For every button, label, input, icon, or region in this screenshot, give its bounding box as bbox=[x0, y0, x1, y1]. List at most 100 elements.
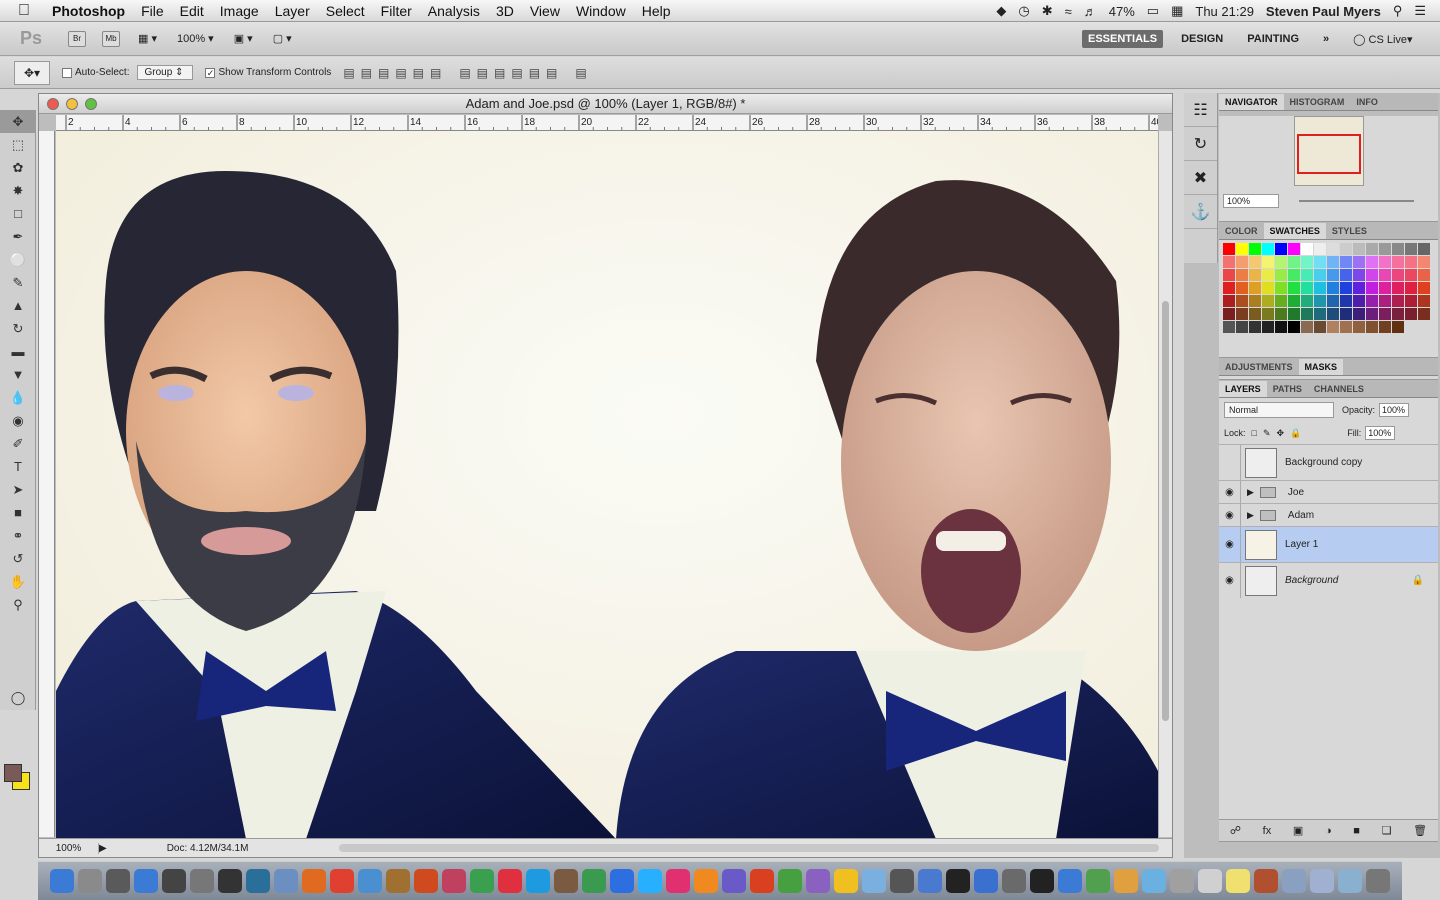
navigator-thumbnail[interactable] bbox=[1293, 116, 1364, 186]
swatch[interactable] bbox=[1366, 321, 1378, 333]
history-icon[interactable]: ☷ bbox=[1184, 93, 1217, 127]
dock-app-icon[interactable] bbox=[498, 869, 522, 893]
swatch[interactable] bbox=[1340, 282, 1352, 294]
status-menu-icon[interactable]: ▶ bbox=[99, 843, 107, 854]
dodge-tool-icon[interactable]: ◉ bbox=[0, 409, 36, 432]
tool-preset-picker[interactable]: ✥▾ bbox=[14, 60, 50, 85]
swatch[interactable] bbox=[1340, 243, 1352, 255]
align-buttons[interactable]: ▤▤▤▤▤▤ bbox=[343, 66, 447, 80]
swatch[interactable] bbox=[1249, 321, 1261, 333]
swatch[interactable] bbox=[1236, 282, 1248, 294]
dock-app-icon[interactable] bbox=[918, 869, 942, 893]
dock-app-icon[interactable] bbox=[246, 869, 270, 893]
navigator-zoom-field[interactable]: 100% bbox=[1223, 194, 1279, 208]
layer-style-icon[interactable]: fx bbox=[1263, 825, 1272, 837]
dock-app-icon[interactable] bbox=[134, 869, 158, 893]
opacity-field[interactable]: 100% bbox=[1379, 403, 1410, 417]
clone-stamp-icon[interactable]: ▲ bbox=[0, 294, 36, 317]
dock-app-icon[interactable] bbox=[582, 869, 606, 893]
swatch[interactable] bbox=[1340, 269, 1352, 281]
swatch[interactable] bbox=[1314, 308, 1326, 320]
swatch[interactable] bbox=[1262, 295, 1274, 307]
dock-app-icon[interactable] bbox=[946, 869, 970, 893]
swatch[interactable] bbox=[1288, 295, 1300, 307]
auto-align-button[interactable]: ▤ bbox=[575, 66, 592, 80]
swatch[interactable] bbox=[1327, 256, 1339, 268]
swatch[interactable] bbox=[1223, 256, 1235, 268]
swatch[interactable] bbox=[1418, 269, 1430, 281]
navigator-view-box[interactable] bbox=[1296, 134, 1361, 174]
swatch[interactable] bbox=[1223, 308, 1235, 320]
swatch[interactable] bbox=[1301, 269, 1313, 281]
dock-app-icon[interactable] bbox=[1226, 869, 1250, 893]
expand-arrow-icon[interactable]: ▶ bbox=[1247, 510, 1254, 521]
swatch[interactable] bbox=[1418, 308, 1430, 320]
3d-orbit-icon[interactable]: ↺ bbox=[0, 547, 36, 570]
menu-app[interactable]: Photoshop bbox=[44, 3, 133, 19]
dock-app-icon[interactable] bbox=[638, 869, 662, 893]
view-extras-icon[interactable]: ▦ ▾ bbox=[138, 32, 157, 45]
swatch[interactable] bbox=[1223, 282, 1235, 294]
crop-tool-icon[interactable]: □ bbox=[0, 202, 36, 225]
calendar-icon[interactable]: ▦ bbox=[1165, 3, 1189, 19]
tab-styles[interactable]: STYLES bbox=[1326, 223, 1373, 239]
menu-help[interactable]: Help bbox=[634, 3, 679, 19]
blend-mode-select[interactable]: Normal bbox=[1224, 402, 1334, 418]
swatch[interactable] bbox=[1236, 308, 1248, 320]
swatch[interactable] bbox=[1314, 243, 1326, 255]
swatch[interactable] bbox=[1379, 321, 1391, 333]
menu-window[interactable]: Window bbox=[568, 3, 634, 19]
tab-color[interactable]: COLOR bbox=[1219, 223, 1264, 239]
swatch[interactable] bbox=[1327, 243, 1339, 255]
dock-app-icon[interactable] bbox=[666, 869, 690, 893]
swatch[interactable] bbox=[1418, 243, 1430, 255]
move-tool-icon[interactable]: ✥ bbox=[0, 110, 36, 133]
dock-app-icon[interactable] bbox=[470, 869, 494, 893]
menu-view[interactable]: View bbox=[522, 3, 568, 19]
spotlight-icon[interactable]: ⚲ bbox=[1387, 3, 1409, 19]
auto-select-target[interactable]: Group ⇕ bbox=[137, 65, 194, 80]
swatch[interactable] bbox=[1275, 256, 1287, 268]
swatch[interactable] bbox=[1327, 295, 1339, 307]
dock-app-icon[interactable] bbox=[1198, 869, 1222, 893]
tab-info[interactable]: INFO bbox=[1350, 94, 1384, 110]
layer-row-selected[interactable]: ◉ Layer 1 bbox=[1219, 526, 1438, 562]
swatch[interactable] bbox=[1353, 282, 1365, 294]
dock-app-icon[interactable] bbox=[218, 869, 242, 893]
status-zoom[interactable]: 100% bbox=[39, 842, 99, 854]
swatch[interactable] bbox=[1405, 295, 1417, 307]
swatch[interactable] bbox=[1366, 269, 1378, 281]
eyedropper-tool-icon[interactable]: ✒ bbox=[0, 225, 36, 248]
swatch[interactable] bbox=[1301, 321, 1313, 333]
add-mask-icon[interactable]: ▣ bbox=[1293, 824, 1303, 837]
quick-mask-icon[interactable]: ◯ bbox=[0, 686, 36, 709]
image-canvas[interactable] bbox=[56, 131, 1158, 839]
tab-channels[interactable]: CHANNELS bbox=[1308, 381, 1370, 397]
dock-app-icon[interactable] bbox=[78, 869, 102, 893]
dock-app-icon[interactable] bbox=[1338, 869, 1362, 893]
tab-paths[interactable]: PATHS bbox=[1267, 381, 1308, 397]
dock-app-icon[interactable] bbox=[386, 869, 410, 893]
minibridge-button[interactable]: Mb bbox=[102, 30, 120, 47]
swatch[interactable] bbox=[1405, 243, 1417, 255]
dock-app-icon[interactable] bbox=[778, 869, 802, 893]
menu-3d[interactable]: 3D bbox=[488, 3, 522, 19]
swatch[interactable] bbox=[1262, 282, 1274, 294]
dock-app-icon[interactable] bbox=[414, 869, 438, 893]
swatch[interactable] bbox=[1288, 308, 1300, 320]
swatch[interactable] bbox=[1418, 282, 1430, 294]
swatch[interactable] bbox=[1353, 269, 1365, 281]
swatch[interactable] bbox=[1262, 308, 1274, 320]
menu-edit[interactable]: Edit bbox=[172, 3, 212, 19]
swatch[interactable] bbox=[1366, 282, 1378, 294]
swatch[interactable] bbox=[1223, 321, 1235, 333]
eye-icon[interactable]: ◉ bbox=[1219, 504, 1241, 526]
swatch[interactable] bbox=[1249, 256, 1261, 268]
swatch[interactable] bbox=[1301, 282, 1313, 294]
bridge-button[interactable]: Br bbox=[68, 30, 86, 47]
screen-mode-icon[interactable]: ▢ ▾ bbox=[273, 32, 292, 45]
swatch[interactable] bbox=[1249, 269, 1261, 281]
swatch[interactable] bbox=[1340, 256, 1352, 268]
zoom-level-select[interactable]: 100% ▾ bbox=[177, 32, 214, 45]
dropbox-icon[interactable]: ◆ bbox=[990, 3, 1012, 19]
